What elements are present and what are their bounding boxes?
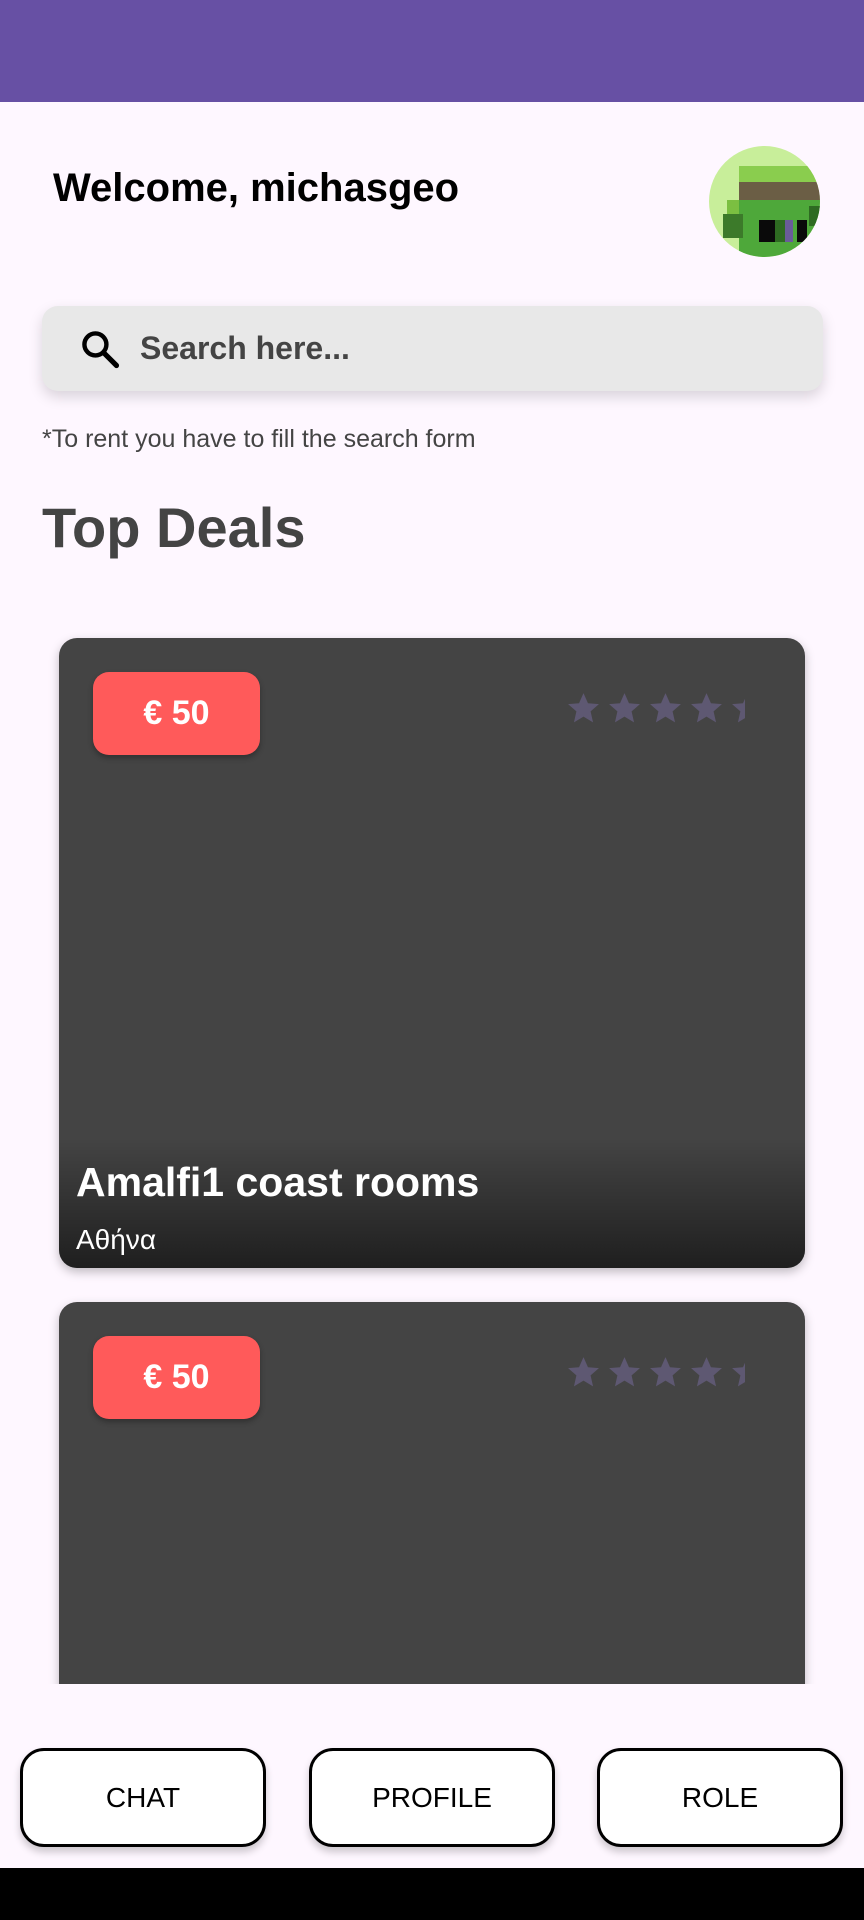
search-icon (82, 330, 120, 368)
search-input[interactable] (140, 318, 740, 379)
price-badge: € 50 (93, 1336, 260, 1419)
deal-title: Amalfi1 coast rooms (76, 1159, 480, 1205)
deals-list[interactable]: € 50 Amalfi1 coast rooms Αθήνα € 50 (0, 600, 864, 1684)
deal-card[interactable]: € 50 (59, 1302, 805, 1684)
star-icon (732, 698, 745, 723)
star-icon (568, 693, 599, 723)
star-icon (650, 1357, 681, 1387)
star-icon (650, 693, 681, 723)
avatar[interactable] (709, 146, 820, 257)
search-hint: *To rent you have to fill the search for… (42, 425, 476, 453)
status-bar (0, 0, 864, 102)
star-rating (565, 1354, 745, 1394)
chat-button[interactable]: CHAT (20, 1748, 266, 1847)
star-icon (732, 1362, 745, 1387)
avatar-image (709, 146, 820, 257)
section-title: Top Deals (42, 496, 306, 559)
star-icon (691, 1357, 722, 1387)
system-navigation-bar (0, 1868, 864, 1920)
role-button[interactable]: ROLE (597, 1748, 843, 1847)
star-icon (609, 693, 640, 723)
star-icon (568, 1357, 599, 1387)
star-icon (691, 693, 722, 723)
welcome-heading: Welcome, michasgeo (53, 166, 460, 210)
profile-button[interactable]: PROFILE (309, 1748, 555, 1847)
star-icon (609, 1357, 640, 1387)
deal-card[interactable]: € 50 Amalfi1 coast rooms Αθήνα (59, 638, 805, 1268)
deal-location: Αθήνα (76, 1224, 157, 1255)
search-bar[interactable] (42, 306, 823, 391)
star-rating (565, 690, 745, 730)
price-badge: € 50 (93, 672, 260, 755)
